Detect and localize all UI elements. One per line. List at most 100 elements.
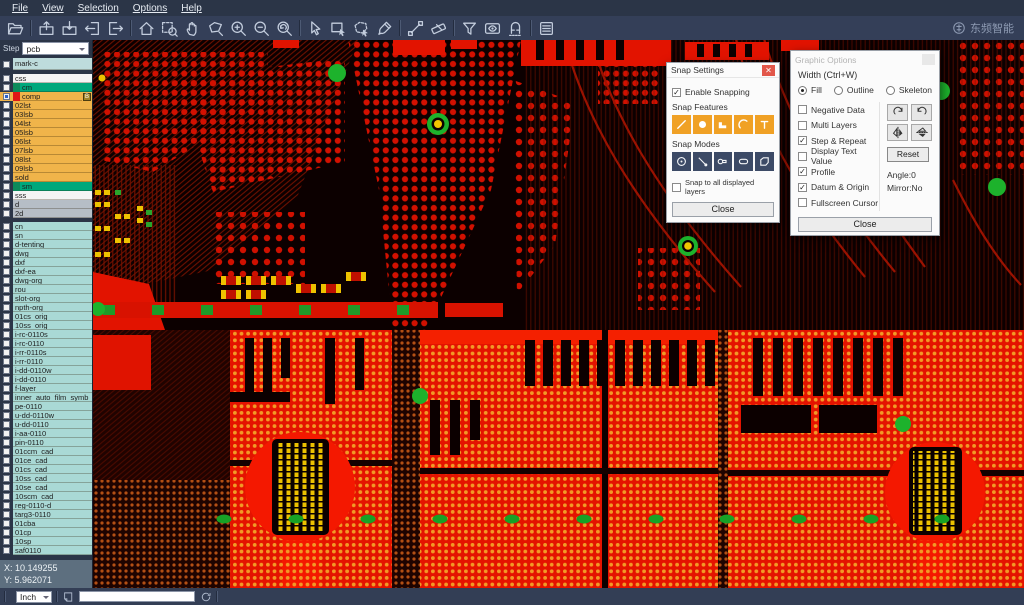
layer-visibility-checkbox[interactable] bbox=[3, 138, 10, 145]
measure-button[interactable] bbox=[404, 18, 427, 39]
option-negative-data[interactable]: Negative Data bbox=[798, 102, 879, 118]
layer-row[interactable]: slot-org bbox=[0, 294, 92, 303]
layer-name[interactable]: u-dd-0110w bbox=[13, 411, 92, 420]
snap-text-button[interactable] bbox=[755, 115, 774, 134]
layer-name[interactable]: d bbox=[13, 200, 92, 209]
zoom-undo-button[interactable] bbox=[273, 18, 296, 39]
layer-name[interactable]: 08lst bbox=[13, 155, 92, 164]
enable-snapping-checkbox[interactable]: ✓ bbox=[672, 88, 681, 97]
layer-row[interactable]: 01cba bbox=[0, 519, 92, 528]
flip-vertical-button[interactable] bbox=[911, 124, 932, 141]
layer-visibility-checkbox[interactable] bbox=[3, 475, 10, 482]
snap-close-button[interactable]: Close bbox=[672, 202, 774, 217]
radio-fill[interactable] bbox=[798, 86, 807, 95]
layer-row[interactable]: dxf-ea bbox=[0, 267, 92, 276]
snap-surface-button[interactable] bbox=[714, 115, 733, 134]
layer-row[interactable]: dwg bbox=[0, 249, 92, 258]
layer-name[interactable]: 01cba bbox=[13, 519, 92, 528]
layer-row[interactable]: u-dd-0110 bbox=[0, 420, 92, 429]
layer-name[interactable]: i-aa-0110 bbox=[13, 429, 92, 438]
flip-horizontal-button[interactable] bbox=[887, 124, 908, 141]
layer-visibility-checkbox[interactable] bbox=[3, 385, 10, 392]
layer-row[interactable]: 01cs_cad bbox=[0, 465, 92, 474]
layer-visibility-checkbox[interactable] bbox=[3, 520, 10, 527]
layer-name[interactable]: 10sp bbox=[13, 537, 92, 546]
layer-visibility-checkbox[interactable] bbox=[3, 493, 10, 500]
rotate-cw-button[interactable] bbox=[887, 104, 908, 121]
layer-name[interactable]: 05lsb bbox=[13, 128, 92, 137]
layer-row[interactable]: 10se_cad bbox=[0, 483, 92, 492]
layer-visibility-checkbox[interactable] bbox=[3, 295, 10, 302]
layer-name[interactable]: 10ss_orig bbox=[13, 321, 92, 330]
panel-list-button[interactable] bbox=[535, 18, 558, 39]
layer-name[interactable]: i-dd-0110 bbox=[13, 375, 92, 384]
layer-row[interactable]: 03lsb bbox=[0, 110, 92, 119]
layer-name[interactable]: rou bbox=[13, 285, 92, 294]
option-fullscreen-cursor[interactable]: Fullscreen Cursor bbox=[798, 195, 879, 211]
layer-row[interactable]: compB bbox=[0, 92, 92, 101]
layer-visibility-checkbox[interactable] bbox=[3, 547, 10, 554]
layer-row[interactable]: mark-c bbox=[0, 58, 92, 70]
layer-row[interactable]: 01cp bbox=[0, 528, 92, 537]
command-input[interactable] bbox=[79, 591, 195, 602]
layer-name[interactable]: 07lsb bbox=[13, 146, 92, 155]
enable-snapping-option[interactable]: ✓ Enable Snapping bbox=[672, 87, 774, 97]
layer-name[interactable]: i-rc-0110 bbox=[13, 339, 92, 348]
snap-closest-button[interactable] bbox=[693, 152, 712, 171]
layer-visibility-checkbox[interactable] bbox=[3, 340, 10, 347]
layer-name[interactable]: 01cp bbox=[13, 528, 92, 537]
layer-name[interactable]: cn bbox=[13, 222, 92, 231]
layer-row[interactable]: 01ce_cad bbox=[0, 456, 92, 465]
menu-selection[interactable]: Selection bbox=[71, 3, 126, 14]
checkbox[interactable] bbox=[798, 121, 807, 130]
checkbox[interactable]: ✓ bbox=[798, 167, 807, 176]
layer-row[interactable]: pin-0110 bbox=[0, 438, 92, 447]
layer-row[interactable]: 10sp bbox=[0, 537, 92, 546]
layer-visibility-checkbox[interactable] bbox=[3, 111, 10, 118]
layer-row[interactable]: 06lst bbox=[0, 137, 92, 146]
layer-name[interactable]: css bbox=[13, 74, 92, 83]
layer-visibility-checkbox[interactable] bbox=[3, 538, 10, 545]
layer-row[interactable]: f-layer bbox=[0, 384, 92, 393]
layer-row[interactable]: saf0110 bbox=[0, 546, 92, 555]
layer-visibility-checkbox[interactable] bbox=[3, 367, 10, 374]
layer-name[interactable]: f-layer bbox=[13, 384, 92, 393]
layer-visibility-checkbox[interactable] bbox=[3, 129, 10, 136]
unit-dropdown[interactable]: Inch bbox=[16, 591, 52, 603]
layer-row[interactable]: 05lsb bbox=[0, 128, 92, 137]
radio-outline[interactable] bbox=[834, 86, 843, 95]
layer-row[interactable]: i-rr-0110s bbox=[0, 348, 92, 357]
layer-name[interactable]: inner_auto_film_symb bbox=[13, 393, 92, 402]
layer-name[interactable]: dwg bbox=[13, 249, 92, 258]
layer-name[interactable]: sm bbox=[20, 182, 92, 191]
checkbox[interactable] bbox=[798, 105, 807, 114]
layer-visibility-checkbox[interactable] bbox=[3, 93, 10, 100]
layer-name[interactable]: saf0110 bbox=[13, 546, 92, 555]
layer-row[interactable]: css bbox=[0, 74, 92, 83]
zoom-out-button[interactable] bbox=[250, 18, 273, 39]
layer-name[interactable]: 2d bbox=[13, 209, 92, 218]
menu-view[interactable]: View bbox=[35, 3, 71, 14]
close-icon[interactable]: ✕ bbox=[762, 65, 775, 76]
layer-visibility-checkbox[interactable] bbox=[3, 201, 10, 208]
layer-visibility-checkbox[interactable] bbox=[3, 457, 10, 464]
layer-row[interactable]: sss bbox=[0, 191, 92, 200]
layer-name[interactable]: 09lsb bbox=[13, 164, 92, 173]
brush-button[interactable] bbox=[373, 18, 396, 39]
menu-file[interactable]: File bbox=[5, 3, 35, 14]
layer-visibility-checkbox[interactable] bbox=[3, 349, 10, 356]
layer-row[interactable]: 08lst bbox=[0, 155, 92, 164]
layer-visibility-checkbox[interactable] bbox=[3, 403, 10, 410]
layer-name[interactable]: 01ccm_cad bbox=[13, 447, 92, 456]
step-dropdown[interactable]: pcb bbox=[22, 42, 89, 55]
home-button[interactable] bbox=[135, 18, 158, 39]
rotate-ccw-button[interactable] bbox=[911, 104, 932, 121]
layer-row[interactable]: sn bbox=[0, 231, 92, 240]
page-left-button[interactable] bbox=[81, 18, 104, 39]
checkbox[interactable]: ✓ bbox=[798, 136, 807, 145]
filter-button[interactable] bbox=[458, 18, 481, 39]
layer-name[interactable]: dxf-ea bbox=[13, 267, 92, 276]
layer-row[interactable]: i-dd-0110w bbox=[0, 366, 92, 375]
layer-row[interactable]: cn bbox=[0, 222, 92, 231]
layer-name[interactable]: 01cs_cad bbox=[13, 465, 92, 474]
